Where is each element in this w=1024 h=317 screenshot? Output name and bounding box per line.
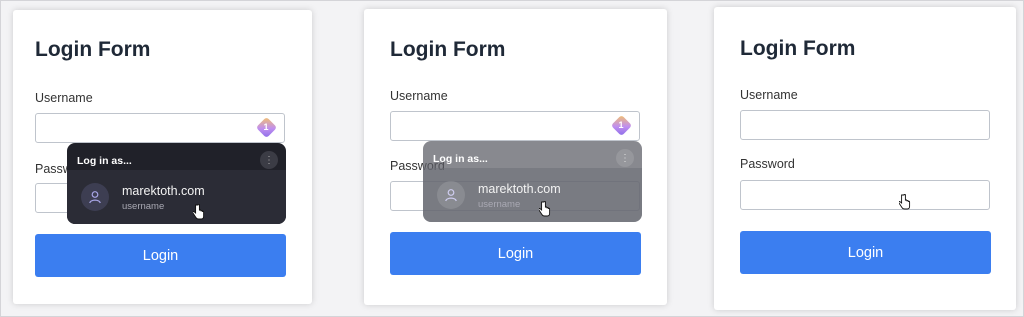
hand-cursor-icon <box>539 201 551 217</box>
autofill-popup: Log in as... ⋮ marektoth.com username <box>67 143 286 224</box>
kebab-menu-icon[interactable]: ⋮ <box>616 149 634 167</box>
screenshot-frame: Login Form Username 1 Passwo Login Log i… <box>0 0 1024 317</box>
account-username: username <box>122 201 165 212</box>
login-button[interactable]: Login <box>390 232 641 275</box>
account-option[interactable]: marektoth.com username <box>423 168 642 222</box>
username-label: Username <box>740 88 798 102</box>
autofill-popup-faded: Log in as... ⋮ marektoth.com username <box>423 141 642 222</box>
kebab-menu-icon[interactable]: ⋮ <box>260 151 278 169</box>
username-label: Username <box>35 91 93 105</box>
hand-cursor-icon <box>193 204 205 220</box>
username-input[interactable] <box>35 113 285 143</box>
username-input[interactable] <box>390 111 640 141</box>
form-title: Login Form <box>740 37 856 60</box>
user-icon <box>437 181 465 209</box>
login-card-2: Login Form Username 1 Password Login Log… <box>364 9 667 305</box>
login-card-3: Login Form Username Password Login <box>714 7 1016 310</box>
account-username: username <box>478 199 521 210</box>
form-title: Login Form <box>35 38 151 61</box>
popup-header: Log in as... <box>77 155 132 167</box>
account-name: marektoth.com <box>122 184 205 198</box>
badge-count: 1 <box>263 122 269 132</box>
user-icon <box>81 183 109 211</box>
login-card-1: Login Form Username 1 Passwo Login Log i… <box>13 10 312 304</box>
password-label: Password <box>740 157 795 171</box>
hand-cursor-icon <box>899 194 911 210</box>
username-input[interactable] <box>740 110 990 140</box>
popup-header: Log in as... <box>433 153 488 165</box>
login-button[interactable]: Login <box>740 231 991 274</box>
form-title: Login Form <box>390 38 506 61</box>
account-name: marektoth.com <box>478 182 561 196</box>
username-label: Username <box>390 89 448 103</box>
password-input[interactable] <box>740 180 990 210</box>
badge-count: 1 <box>618 120 624 130</box>
login-button[interactable]: Login <box>35 234 286 277</box>
account-option[interactable]: marektoth.com username <box>67 170 286 224</box>
